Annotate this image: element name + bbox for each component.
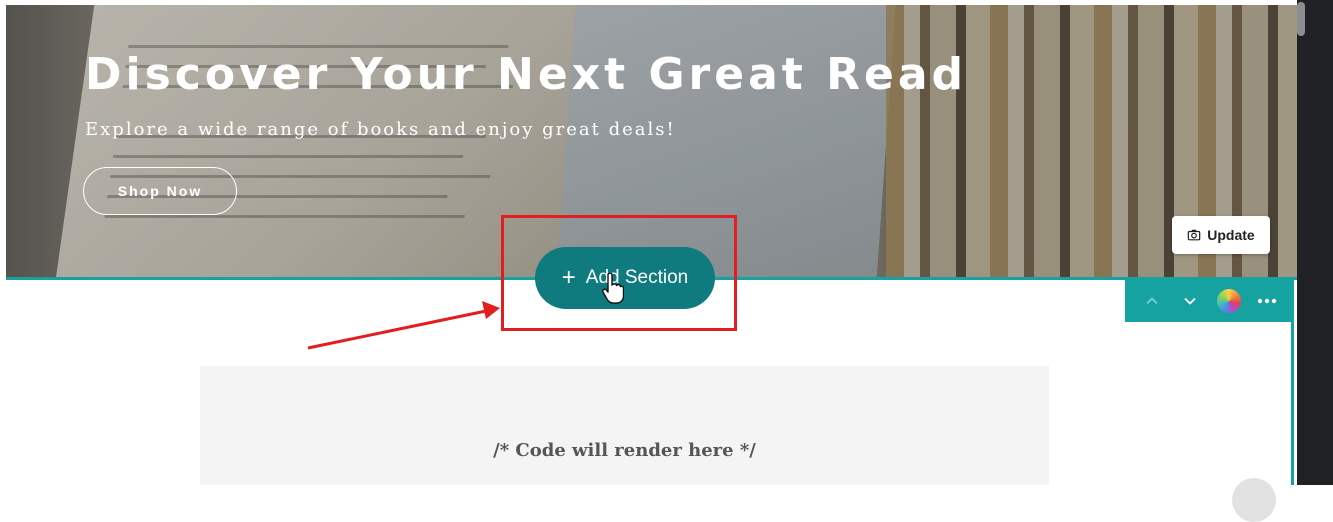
code-placeholder-text: /* Code will render here */ [493,440,756,461]
section-toolbar [1125,279,1294,322]
annotation-arrow-icon [307,301,500,350]
color-palette-icon[interactable] [1216,288,1241,313]
hero-title: Discover Your Next Great Read [85,49,968,100]
shop-now-button[interactable]: Shop Now [83,167,237,215]
more-icon[interactable] [1255,289,1279,313]
scrollbar-thumb[interactable] [1297,2,1305,36]
window-right-frame [1297,0,1333,485]
update-image-button[interactable]: Update [1172,216,1270,254]
camera-icon [1187,229,1201,241]
color-swatch [1216,288,1241,313]
hero-subtitle: Explore a wide range of books and enjoy … [85,119,676,140]
chevron-down-icon[interactable] [1178,289,1202,313]
chevron-up-icon[interactable] [1140,289,1164,313]
update-label: Update [1207,227,1255,243]
code-placeholder-block: /* Code will render here */ [200,366,1049,485]
annotation-highlight-box [501,215,737,331]
